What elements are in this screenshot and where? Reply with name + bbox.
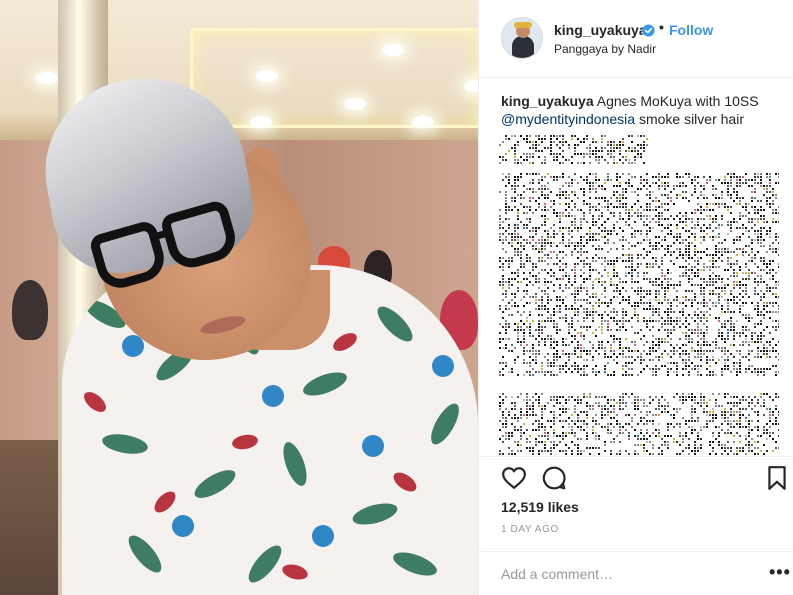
heart-outline-icon[interactable]	[501, 465, 527, 491]
follow-button[interactable]: Follow	[669, 22, 713, 38]
photo-downlight	[344, 98, 366, 110]
pixel-noise	[499, 135, 779, 457]
speech-bubble-icon[interactable]	[541, 465, 567, 491]
location-link[interactable]: Panggaya by Nadir	[554, 42, 656, 56]
post-header: king_uyakuya • Follow Panggaya by Nadir	[479, 0, 793, 78]
photo-cove-light	[190, 28, 478, 128]
caption-text: Agnes MoKuya with 10SS	[593, 93, 759, 109]
pixelated-content	[499, 135, 779, 457]
separator-dot: •	[659, 19, 664, 35]
caption-username-link[interactable]: king_uyakuya	[501, 93, 594, 109]
post-sidebar: king_uyakuya • Follow Panggaya by Nadir …	[478, 0, 793, 595]
photo-downlight	[36, 72, 58, 84]
bookmark-outline-icon[interactable]	[766, 465, 788, 491]
avatar[interactable]	[501, 17, 543, 59]
photo-downlight	[382, 44, 404, 56]
likes-count[interactable]: 12,519 likes	[501, 499, 579, 515]
verified-badge-icon	[642, 24, 655, 37]
photo-background-person	[12, 280, 48, 340]
username-link[interactable]: king_uyakuya	[554, 22, 647, 38]
comment-box: •••	[479, 551, 793, 595]
post-caption: king_uyakuya Agnes MoKuya with 10SS @myd…	[501, 92, 779, 128]
post-photo[interactable]	[0, 0, 478, 595]
photo-downlight	[412, 116, 434, 128]
more-options-button[interactable]: •••	[769, 562, 791, 583]
mention-link[interactable]: @mydentityindonesia	[501, 111, 635, 127]
comment-input[interactable]	[501, 564, 741, 584]
post-timestamp[interactable]: 1 DAY AGO	[501, 524, 559, 535]
action-bar	[479, 456, 793, 496]
caption-text-end: smoke silver hair	[635, 111, 744, 127]
photo-downlight	[256, 70, 278, 82]
photo-downlight	[250, 116, 272, 128]
